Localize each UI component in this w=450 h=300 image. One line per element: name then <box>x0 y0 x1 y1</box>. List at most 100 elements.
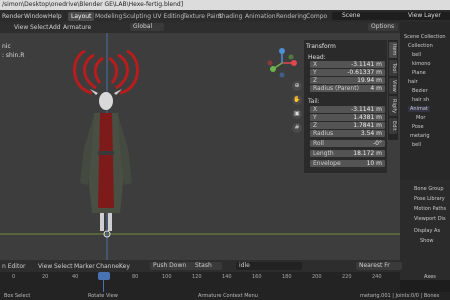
outliner-item[interactable]: kimono <box>412 61 430 67</box>
outliner-item[interactable]: Plane <box>412 70 426 76</box>
roll-field[interactable]: Roll -0° <box>310 140 385 147</box>
menu-channel[interactable]: Channel <box>96 263 121 270</box>
head-label: Head: <box>308 54 326 61</box>
menu-view[interactable]: View <box>38 263 52 270</box>
push-down-button[interactable]: Push Down <box>150 262 194 270</box>
tab-item[interactable]: Item <box>389 42 397 58</box>
character-robe-inner <box>98 113 114 208</box>
tail-radius-field[interactable]: Radius 3.54 m <box>310 130 385 137</box>
viewport-header: View Select Add Armature Global <box>0 22 300 33</box>
menu-window[interactable]: Window <box>24 13 48 20</box>
timeline-tick-label: 240 <box>372 274 382 280</box>
timeline-tick-label: 80 <box>132 274 139 280</box>
transform-section-title[interactable]: Transform <box>306 43 336 50</box>
options-dropdown[interactable]: Options <box>368 23 398 31</box>
head-y-field[interactable]: Y -0.61337 m <box>310 69 385 76</box>
head-x-field[interactable]: X -3.1141 m <box>310 61 385 68</box>
tab-layout[interactable]: Layout <box>68 12 95 21</box>
character-halo <box>73 49 139 95</box>
bone-group-panel[interactable]: Bone Group <box>414 186 444 192</box>
viewport-header-right: Options <box>300 22 400 33</box>
tail-label: Tail: <box>308 98 320 105</box>
pose-library-panel[interactable]: Pose Library <box>414 196 445 202</box>
menu-add[interactable]: Add <box>49 24 61 31</box>
outliner-item[interactable]: bell <box>412 142 421 148</box>
playhead-line <box>103 280 104 292</box>
scene-selector[interactable]: Scene <box>332 12 400 20</box>
tail-y-field[interactable]: Y 1.4381 m <box>310 114 385 121</box>
tab-view[interactable]: View <box>389 78 397 94</box>
playhead[interactable] <box>98 272 110 280</box>
options-label: Options <box>371 23 395 30</box>
timeline-tick-label: 180 <box>282 274 292 280</box>
tab-rigify[interactable]: Rigify <box>389 96 397 116</box>
outliner-item[interactable]: bell <box>412 52 421 58</box>
outliner-item[interactable]: hair sh <box>412 97 429 103</box>
outliner-item[interactable]: Bezier <box>412 88 428 94</box>
orientation-dropdown[interactable]: Global <box>130 23 164 31</box>
status-box-select: Box Select <box>4 293 31 299</box>
length-field[interactable]: Length 18.172 m <box>310 150 385 157</box>
tab-edit[interactable]: Edit <box>389 118 397 134</box>
viewport-display-panel[interactable]: Viewport Dis <box>414 216 446 222</box>
menu-help[interactable]: Help <box>48 13 62 20</box>
timeline-tick-label: 40 <box>72 274 79 280</box>
head-radius-field[interactable]: Radius (Parent) 4 m <box>310 85 385 92</box>
camera-icon[interactable]: ▣ <box>292 109 302 119</box>
motion-paths-panel[interactable]: Motion Paths <box>414 206 446 212</box>
orientation-value: Global <box>133 23 153 30</box>
grid-icon[interactable]: # <box>292 123 302 133</box>
stash-button[interactable]: Stash <box>192 262 222 270</box>
view-layer-selector[interactable]: View Layer <box>398 12 450 20</box>
display-as-label: Display As <box>414 228 441 234</box>
character-head <box>99 92 113 110</box>
head-z-field[interactable]: Z 19.94 m <box>310 77 385 84</box>
scene-name: Scene <box>342 12 361 19</box>
tab-tool[interactable]: Tool <box>389 60 397 76</box>
timeline-tick-label: 100 <box>162 274 172 280</box>
editor-type[interactable]: n Editor <box>2 263 25 270</box>
pan-hand-icon[interactable]: ✋ <box>292 95 302 105</box>
status-rotate-view: Rotate View <box>88 293 118 299</box>
outliner-item[interactable]: Collection <box>408 43 433 49</box>
outliner-item[interactable]: Animat <box>408 106 430 112</box>
outliner-item[interactable]: hair <box>408 79 418 85</box>
outliner-item[interactable]: metarig <box>410 133 430 139</box>
timeline-tick-label: 140 <box>222 274 232 280</box>
timeline-tick-label: 20 <box>42 274 49 280</box>
transform-panel: Transform Head: X -3.1141 m Y -0.61337 m Z… <box>304 40 387 173</box>
tail-z-field[interactable]: Z 1.7841 m <box>310 122 385 129</box>
menu-select[interactable]: Select <box>54 263 73 270</box>
properties-editor: Bone Group Pose Library Motion Paths Vie… <box>400 180 450 280</box>
top-menubar: Render Window Help Layout Modeling Sculp… <box>0 10 450 22</box>
menu-render[interactable]: Render <box>2 13 23 20</box>
outliner-item[interactable]: Mor <box>416 115 425 121</box>
outliner-item[interactable]: Pose <box>412 124 424 130</box>
snap-dropdown[interactable]: Nearest Fr <box>356 262 402 270</box>
tab-shading[interactable]: Shading <box>215 12 245 21</box>
viewport-info-1: nic <box>2 43 11 50</box>
timeline-area[interactable]: 020406080100120140160180200220240 <box>0 272 400 292</box>
menu-armature[interactable]: Armature <box>63 24 91 31</box>
outliner: Scene Collection Collection bell kimono … <box>400 22 450 180</box>
navigation-gizmo[interactable] <box>266 47 298 79</box>
character-belt <box>98 151 114 155</box>
window-title: /simon\Desktop\onedrive\Blender GE\LAB\H… <box>2 1 184 8</box>
menu-view[interactable]: View <box>14 24 28 31</box>
status-scene-info: metarig.001 | Joints:0/0 | Bones <box>360 293 440 299</box>
tab-compositing[interactable]: Compo <box>303 12 330 21</box>
timeline-tick-label: 160 <box>252 274 262 280</box>
tab-sculpting[interactable]: Sculpting <box>120 12 154 21</box>
sidebar-tabs: Item Tool View Rigify Edit <box>388 40 398 140</box>
menu-marker[interactable]: Marker <box>74 263 95 270</box>
menu-key[interactable]: Key <box>119 263 130 270</box>
envelope-field[interactable]: Envelope 10 m <box>310 160 385 167</box>
zoom-icon[interactable]: ⊕ <box>292 81 302 91</box>
show-label: Show <box>420 238 434 244</box>
axes-label: Axes <box>424 274 436 280</box>
outliner-item[interactable]: Scene Collection <box>404 34 446 40</box>
menu-select[interactable]: Select <box>30 24 49 31</box>
tail-x-field[interactable]: X -3.1141 m <box>310 106 385 113</box>
view-layer-name: View Layer <box>408 12 441 19</box>
action-selector[interactable]: idle <box>236 262 302 270</box>
